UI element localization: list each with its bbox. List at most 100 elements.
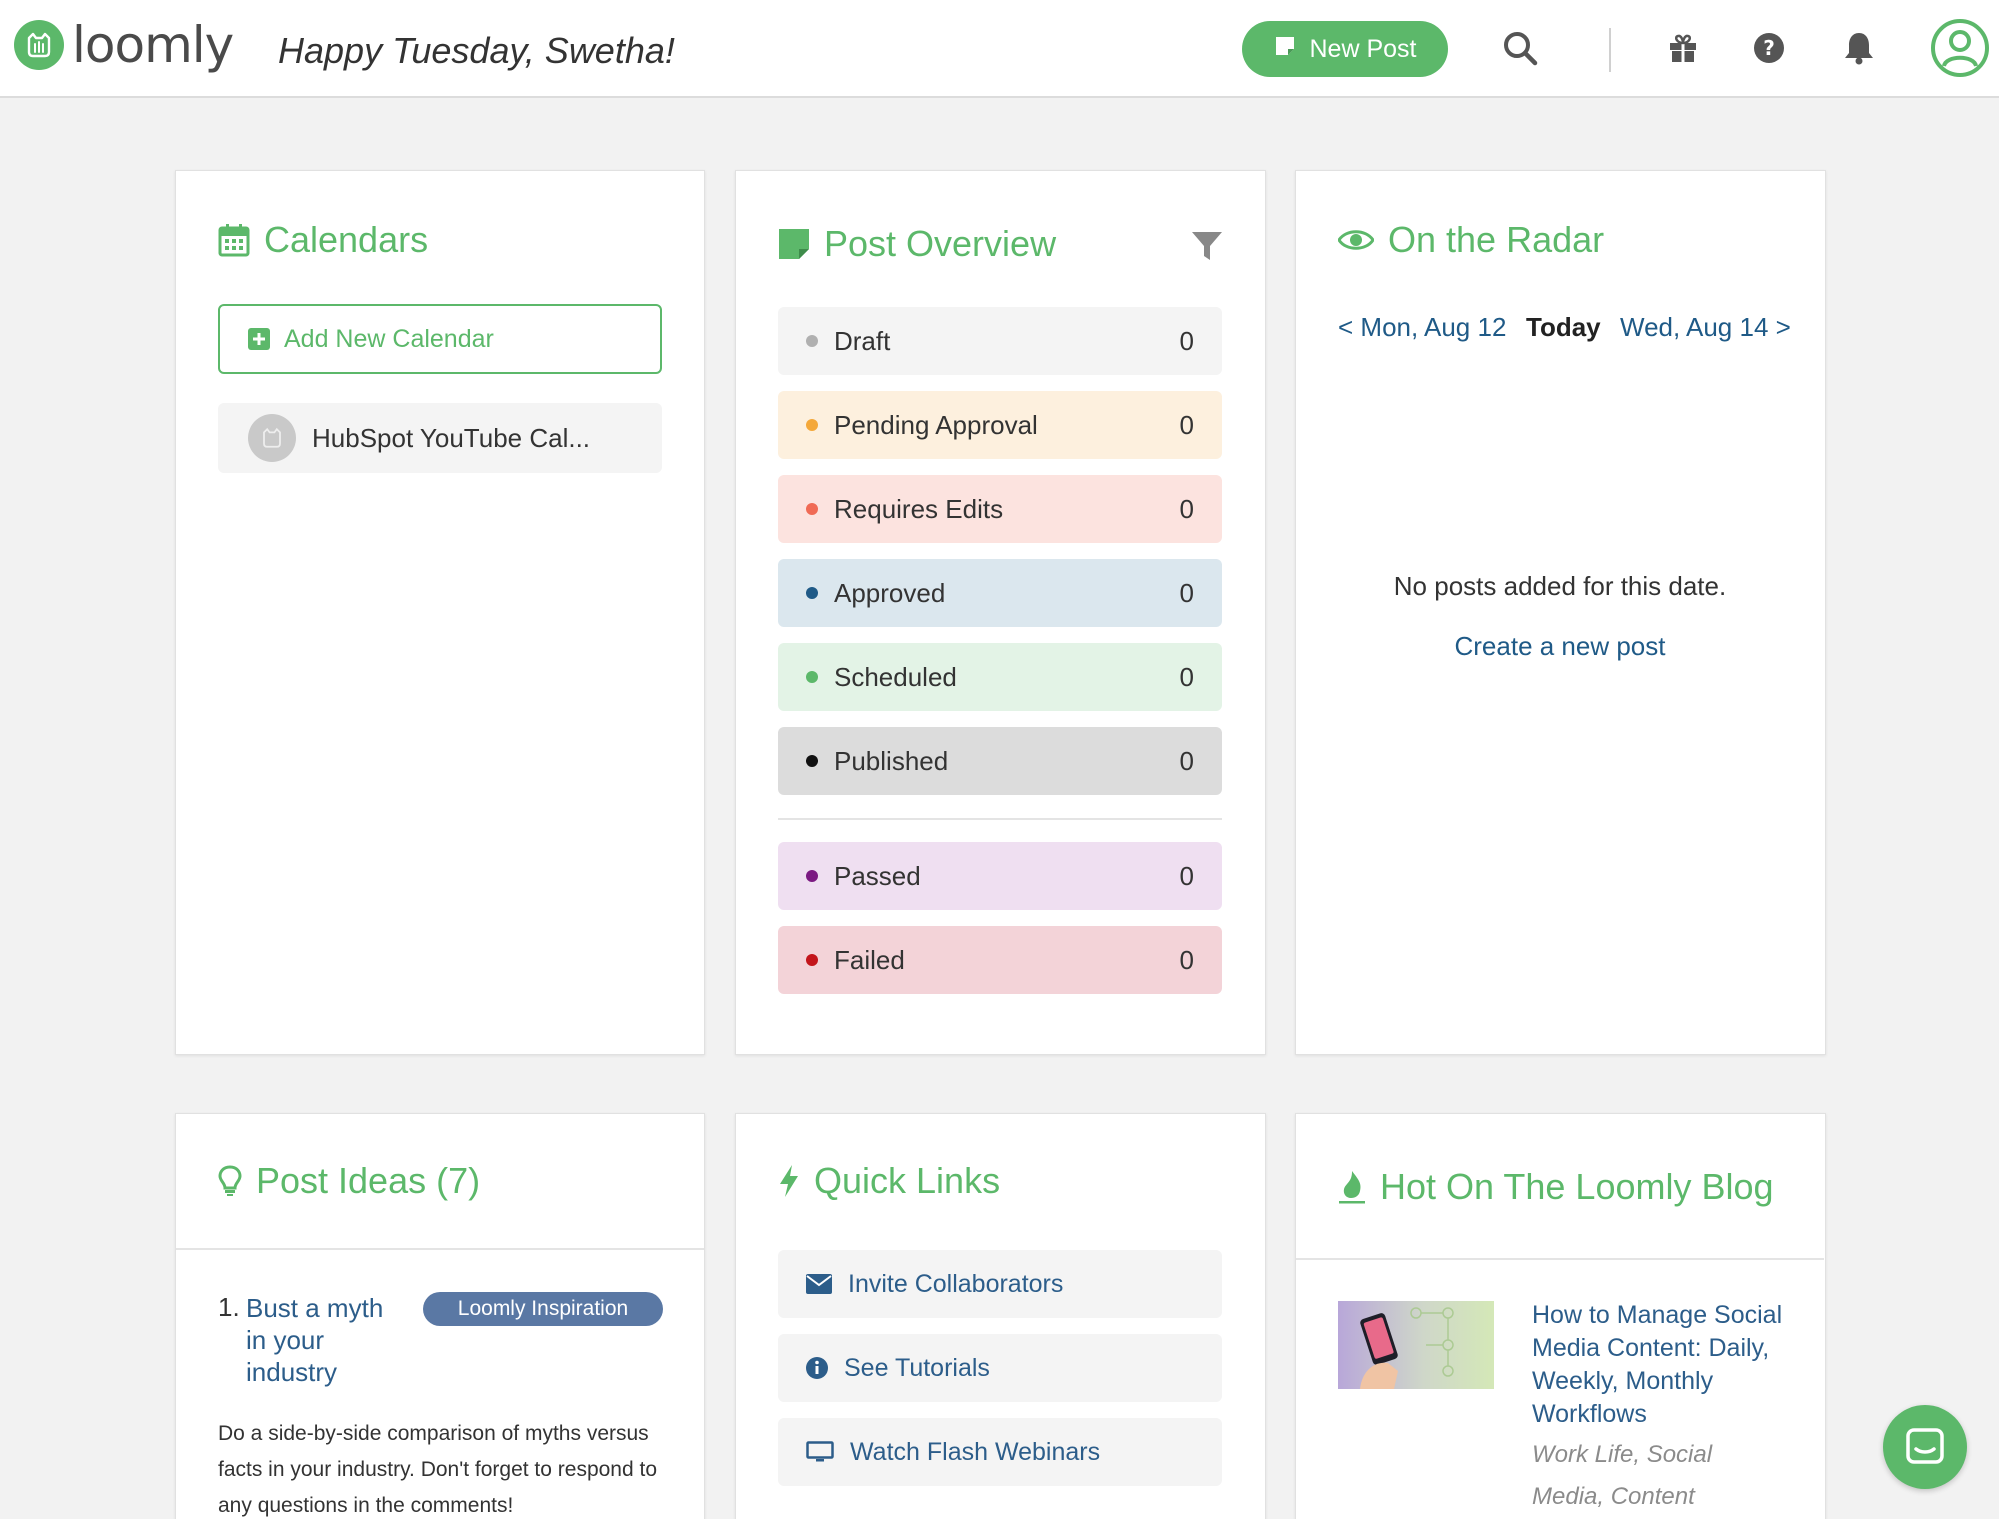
post-ideas-heading: Post Ideas (7)	[218, 1160, 480, 1202]
radar-title: On the Radar	[1388, 219, 1605, 260]
status-dot	[806, 587, 818, 599]
gift-icon[interactable]	[1663, 28, 1703, 68]
greeting-text: Happy Tuesday, Swetha!	[278, 30, 675, 71]
quick-links-title: Quick Links	[814, 1160, 1001, 1201]
blog-divider	[1296, 1258, 1824, 1260]
lightbulb-icon	[218, 1165, 242, 1196]
post-ideas-divider	[176, 1248, 704, 1250]
calendars-card: Calendars Add New Calendar HubSpot YouTu…	[175, 170, 705, 1055]
status-row-approved[interactable]: Approved 0	[778, 559, 1222, 627]
quick-links-card: Quick Links Invite Collaborators See Tut…	[735, 1113, 1266, 1519]
post-overview-heading: Post Overview	[778, 223, 1056, 265]
calendar-item[interactable]: HubSpot YouTube Cal...	[218, 403, 662, 473]
loomly-logo-icon	[14, 20, 64, 70]
status-label: Pending Approval	[834, 409, 1038, 440]
status-label: Published	[834, 745, 949, 776]
radar-card: On the Radar < Mon, Aug 12 Today Wed, Au…	[1295, 170, 1826, 1055]
invite-collaborators-link[interactable]: Invite Collaborators	[778, 1250, 1222, 1318]
status-dot	[806, 503, 818, 515]
add-calendar-label: Add New Calendar	[284, 324, 494, 353]
status-label: Approved	[834, 577, 946, 608]
idea-description: Do a side-by-side comparison of myths ve…	[218, 1422, 658, 1517]
blog-title-heading: Hot On The Loomly Blog	[1380, 1166, 1774, 1207]
status-count: 0	[1179, 661, 1194, 692]
logo[interactable]: loomly	[14, 16, 234, 74]
top-bar: loomly Happy Tuesday, Swetha! New Post ?	[0, 0, 1999, 98]
radar-next-date[interactable]: Wed, Aug 14 >	[1620, 312, 1791, 343]
post-ideas-card: Post Ideas (7) 1. Bust a myth in your in…	[175, 1113, 705, 1519]
see-tutorials-link[interactable]: See Tutorials	[778, 1334, 1222, 1402]
calendars-heading: Calendars	[218, 219, 428, 261]
envelope-icon	[806, 1274, 832, 1294]
new-post-icon	[1274, 35, 1296, 64]
idea-category-badge[interactable]: Loomly Inspiration	[423, 1292, 663, 1326]
new-post-label: New Post	[1309, 34, 1417, 63]
radar-empty-message: No posts added for this date.	[1393, 571, 1727, 601]
status-count: 0	[1179, 944, 1194, 975]
status-count: 0	[1179, 493, 1194, 524]
status-row-failed[interactable]: Failed 0	[778, 926, 1222, 994]
svg-text:?: ?	[1763, 36, 1775, 60]
blog-post-tags: Work Life, Social Media, Content	[1532, 1441, 1713, 1510]
header-divider	[1609, 28, 1611, 72]
status-dot	[806, 419, 818, 431]
add-calendar-button[interactable]: Add New Calendar	[218, 304, 662, 374]
create-post-link[interactable]: Create a new post	[1296, 631, 1824, 662]
blog-card: Hot On The Loomly Blog How to Manage Soc…	[1295, 1113, 1826, 1519]
monitor-icon	[806, 1441, 834, 1462]
calendar-icon	[218, 224, 250, 257]
blog-post-title[interactable]: How to Manage Social Media Content: Dail…	[1532, 1299, 1802, 1431]
calendar-avatar	[248, 414, 296, 462]
quick-links-heading: Quick Links	[778, 1160, 1000, 1202]
calendars-title: Calendars	[264, 219, 429, 260]
status-dot	[806, 335, 818, 347]
status-dot	[806, 755, 818, 767]
quick-link-label: Invite Collaborators	[848, 1269, 1064, 1298]
info-icon	[806, 1357, 828, 1379]
flame-icon	[1339, 1171, 1365, 1204]
status-label: Passed	[834, 860, 921, 891]
filter-icon[interactable]	[1191, 231, 1223, 266]
blog-heading: Hot On The Loomly Blog	[1338, 1166, 1774, 1208]
quick-link-label: See Tutorials	[844, 1353, 990, 1382]
status-count: 0	[1179, 577, 1194, 608]
post-overview-title: Post Overview	[824, 223, 1057, 264]
bell-icon[interactable]	[1839, 28, 1879, 68]
status-label: Requires Edits	[834, 493, 1004, 524]
watch-webinars-link[interactable]: Watch Flash Webinars	[778, 1418, 1222, 1486]
status-row-requires-edits[interactable]: Requires Edits 0	[778, 475, 1222, 543]
radar-today[interactable]: Today	[1526, 312, 1601, 343]
status-label: Draft	[834, 325, 891, 356]
chat-support-button[interactable]	[1883, 1405, 1967, 1489]
idea-number: 1.	[218, 1292, 240, 1322]
status-dot	[806, 870, 818, 882]
status-row-draft[interactable]: Draft 0	[778, 307, 1222, 375]
status-dot	[806, 671, 818, 683]
post-ideas-title: Post Ideas (7)	[256, 1160, 481, 1201]
status-count: 0	[1179, 745, 1194, 776]
radar-prev-date[interactable]: < Mon, Aug 12	[1338, 312, 1506, 343]
status-row-published[interactable]: Published 0	[778, 727, 1222, 795]
idea-title[interactable]: Bust a myth in your industry	[246, 1292, 406, 1388]
calendar-item-label: HubSpot YouTube Cal...	[312, 422, 591, 453]
help-icon[interactable]: ?	[1749, 28, 1789, 68]
user-avatar-icon[interactable]	[1930, 18, 1990, 78]
status-label: Failed	[834, 944, 905, 975]
status-count: 0	[1179, 860, 1194, 891]
chat-icon	[1906, 1428, 1944, 1464]
status-row-passed[interactable]: Passed 0	[778, 842, 1222, 910]
quick-link-label: Watch Flash Webinars	[850, 1437, 1101, 1466]
status-row-pending-approval[interactable]: Pending Approval 0	[778, 391, 1222, 459]
post-overview-icon	[779, 229, 809, 259]
eye-icon	[1338, 230, 1374, 250]
blog-thumbnail[interactable]	[1338, 1301, 1494, 1389]
status-label: Scheduled	[834, 661, 957, 692]
search-icon[interactable]	[1500, 28, 1540, 68]
plus-square-icon	[248, 328, 270, 350]
status-dot	[806, 954, 818, 966]
new-post-button[interactable]: New Post	[1242, 21, 1448, 77]
status-divider	[778, 818, 1222, 820]
status-row-scheduled[interactable]: Scheduled 0	[778, 643, 1222, 711]
logo-text: loomly	[72, 16, 234, 74]
status-count: 0	[1179, 409, 1194, 440]
